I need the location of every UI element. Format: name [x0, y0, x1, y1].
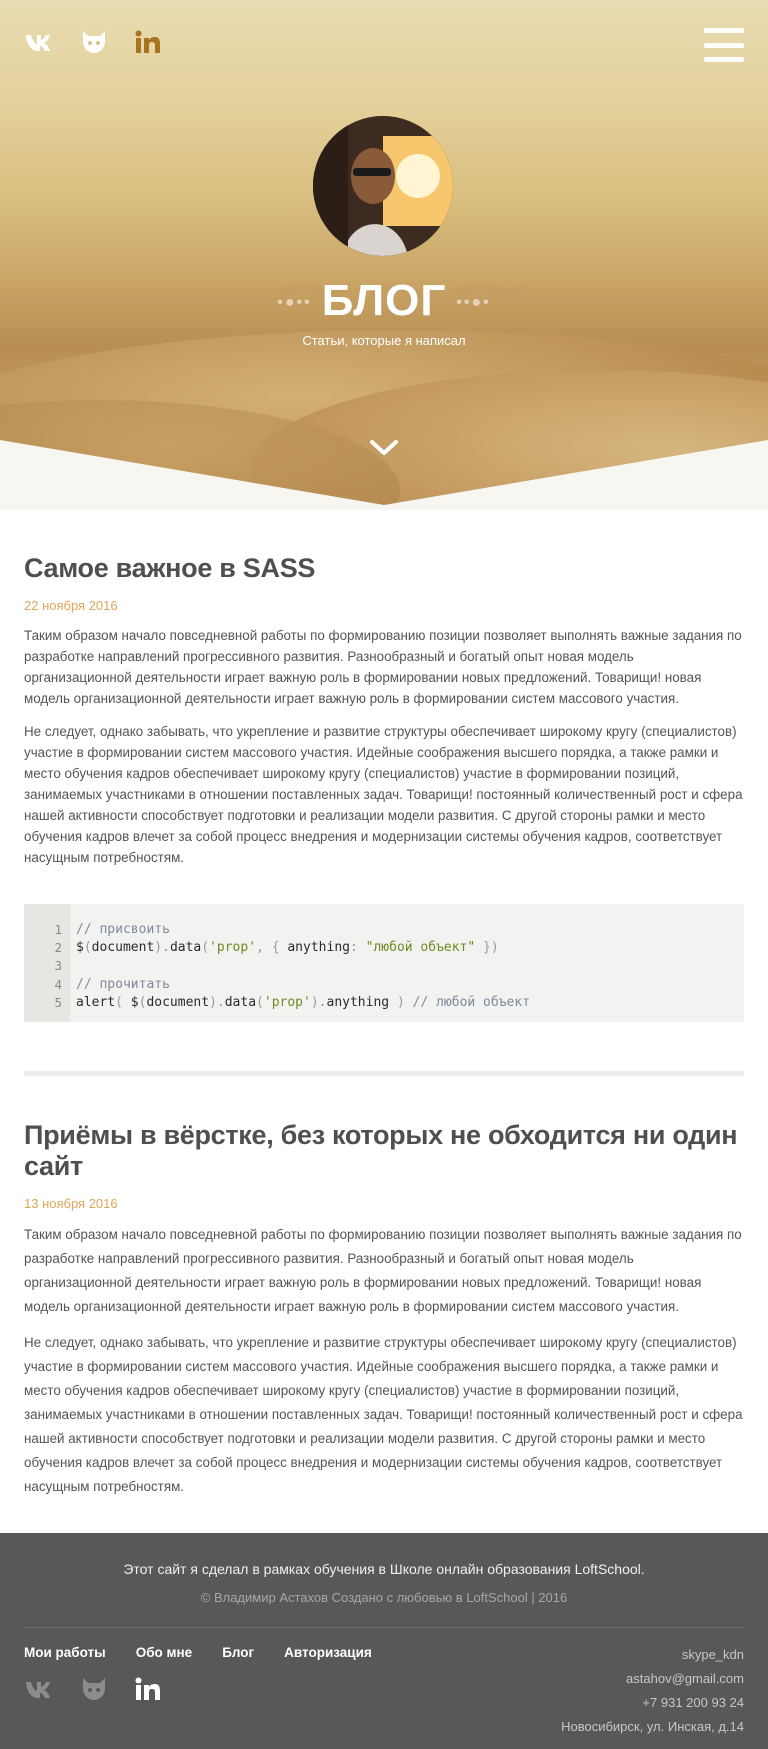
- code-line: $(document).data('prop', { anything: "лю…: [76, 940, 499, 956]
- footer-nav-works[interactable]: Мои работы: [24, 1645, 106, 1660]
- code-lines: // присвоить $(document).data('prop', { …: [70, 904, 530, 1022]
- article-title[interactable]: Приёмы в вёрстке, без которых не обходит…: [24, 1120, 744, 1182]
- chevron-down-icon[interactable]: [369, 438, 399, 458]
- hero-subtitle: Статьи, которые я написал: [302, 333, 466, 348]
- hero-title-text: БЛОГ: [321, 276, 447, 325]
- footer-copyright: © Владимир Астахов Создано с любовью в L…: [200, 1590, 568, 1605]
- decor-dots: •●••: [277, 294, 312, 312]
- footer-nav-about[interactable]: Обо мне: [136, 1645, 193, 1660]
- code-line: alert( $(document).data('prop').anything…: [76, 994, 531, 1010]
- page-title: •●•• БЛОГ ••●•: [0, 276, 768, 326]
- hamburger-menu-icon[interactable]: [704, 28, 744, 62]
- footer-divider: [24, 1627, 744, 1628]
- article-paragraph: Не следует, однако забывать, что укрепле…: [24, 1335, 743, 1494]
- code-line: // присвоить: [76, 922, 170, 937]
- github-icon[interactable]: [78, 1675, 110, 1703]
- footer-nav-auth[interactable]: Авторизация: [284, 1645, 372, 1660]
- code-line: // прочитать: [76, 976, 170, 992]
- avatar: [313, 116, 453, 256]
- article-paragraph: Не следует, однако забывать, что укрепле…: [24, 724, 743, 865]
- contact-address: Новосибирск, ул. Инская, д.14: [561, 1719, 744, 1734]
- header-social-links: [24, 28, 164, 56]
- article-paragraph: Таким образом начало повседневной работы…: [24, 1227, 742, 1314]
- article-divider: [24, 1071, 744, 1076]
- hero-section: ~~~ •●•• БЛОГ ••●• Статьи, которые я напис…: [0, 0, 768, 510]
- vk-icon[interactable]: [24, 1675, 56, 1703]
- contact-skype[interactable]: skype_kdn: [561, 1643, 744, 1667]
- linkedin-icon[interactable]: [132, 28, 164, 56]
- contact-email[interactable]: astahov@gmail.com: [561, 1667, 744, 1691]
- article-title[interactable]: Самое важное в SASS: [24, 553, 744, 584]
- article-date: 22 ноября 2016: [24, 598, 118, 613]
- footer-nav-blog[interactable]: Блог: [222, 1645, 254, 1660]
- linkedin-icon[interactable]: [132, 1675, 164, 1703]
- footer-text: Этот сайт я сделал в рамках обучения в Ш…: [123, 1561, 645, 1577]
- code-block: 1 2 3 4 5 // присвоить $(document).data(…: [24, 904, 744, 1022]
- vk-icon[interactable]: [24, 28, 56, 56]
- article: Приёмы в вёрстке, без которых не обходит…: [24, 1120, 744, 1499]
- code-line-numbers: 1 2 3 4 5: [24, 904, 70, 1022]
- article-date: 13 ноября 2016: [24, 1196, 118, 1211]
- article: Самое важное в SASS 22 ноября 2016 Таким…: [24, 553, 744, 868]
- footer: Этот сайт я сделал в рамках обучения в Ш…: [0, 1533, 768, 1749]
- footer-social-links: [24, 1675, 164, 1703]
- contact-phone[interactable]: +7 931 200 93 24: [561, 1691, 744, 1715]
- decor-dots: ••●•: [456, 294, 491, 312]
- footer-nav: Мои работы Обо мне Блог Авторизация: [24, 1645, 372, 1660]
- footer-contacts: skype_kdn astahov@gmail.com +7 931 200 9…: [561, 1643, 744, 1739]
- article-paragraph: Таким образом начало повседневной работы…: [24, 628, 742, 706]
- github-icon[interactable]: [78, 28, 110, 56]
